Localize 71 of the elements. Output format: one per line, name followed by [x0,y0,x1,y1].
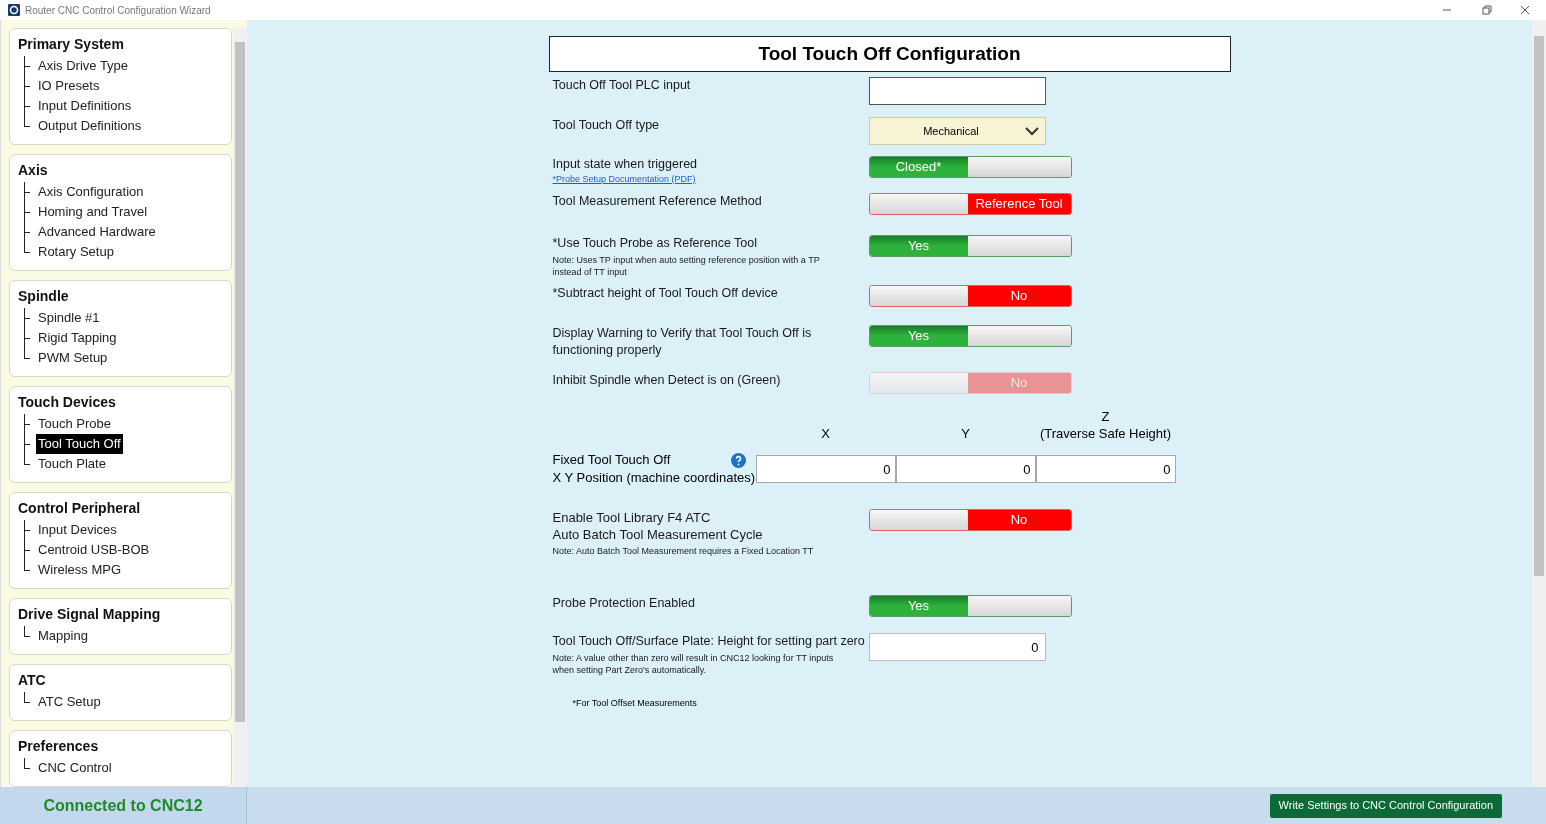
nav-item[interactable]: Axis Configuration [36,182,146,202]
toggle-switch[interactable]: Reference Tool [868,193,1072,215]
plc-input-field[interactable] [868,77,1046,105]
nav-item[interactable]: Input Definitions [36,96,134,116]
nav-group-title: Spindle [18,287,70,306]
nav-item[interactable]: Rigid Tapping [36,328,119,348]
nav-group-title: Drive Signal Mapping [18,605,162,624]
nav-item[interactable]: Input Devices [36,520,119,540]
field-label: Touch Off Tool PLC input [552,77,692,94]
connection-status: Connected to CNC12 [43,795,203,816]
field-label: Fixed Tool Touch Off [552,451,671,469]
field-label: Tool Touch Off type [552,117,661,134]
field-label: Inhibit Spindle when Detect is on (Green) [552,372,782,389]
nav-item[interactable]: Spindle #1 [36,308,102,328]
footnote: *For Tool Offset Measurements [572,697,698,710]
restore-icon[interactable] [1482,5,1492,15]
field-label: Tool Touch Off/Surface Plate: Height for setting part zero [552,633,866,650]
nav-item[interactable]: Output Definitions [36,116,144,136]
field-label: X Y Position (machine coordinates) [552,469,756,487]
nav-item[interactable]: Mapping [36,626,90,646]
nav-item[interactable]: Rotary Setup [36,242,116,262]
nav-group-title: Preferences [18,737,100,756]
nav-item[interactable]: Homing and Travel [36,202,150,222]
field-note: Note: A value other than zero will result in CNC12 looking for TT inputs when setting Part Zero's automatically. [552,652,835,676]
nav-item[interactable]: CNC Control [36,758,114,778]
coordinate-field[interactable]: 0 [895,455,1036,483]
nav-item[interactable]: Axis Drive Type [36,56,131,76]
nav-item[interactable]: Centroid USB-BOB [36,540,152,560]
field-label: *Use Touch Probe as Reference Tool [552,235,759,252]
nav-item[interactable]: Touch Probe [36,414,113,434]
page-title: Tool Touch Off Configuration [548,36,1231,72]
field-note: Note: Auto Batch Tool Measurement requires a Fixed Location TT [552,545,815,557]
window-title: Router CNC Control Configuration Wizard [25,3,211,18]
app-icon [8,4,20,16]
nav-item[interactable]: PWM Setup [36,348,110,368]
nav-item[interactable]: ATC Setup [36,692,103,712]
scrollbar[interactable] [233,28,247,787]
write-settings-button[interactable]: Write Settings to CNC Control Configuration [1269,793,1502,818]
type-dropdown[interactable]: Mechanical [868,117,1046,145]
field-label: *Subtract height of Tool Touch Off device [552,285,779,302]
coordinate-field[interactable]: 0 [1035,455,1176,483]
nav-item[interactable]: Advanced Hardware [36,222,158,242]
axis-label: Y [961,425,970,442]
nav-group-title: Touch Devices [18,393,117,412]
axis-sublabel: (Traverse Safe Height) [1040,425,1171,442]
coordinate-field[interactable]: 0 [755,455,896,483]
field-label: Tool Measurement Reference Method [552,193,763,210]
nav-group-title: ATC [18,671,47,690]
chevron-down-icon [1024,126,1039,136]
nav-group-title: Control Peripheral [18,499,142,518]
field-label: Auto Batch Tool Measurement Cycle [552,526,764,543]
axis-label: Z [1101,408,1110,425]
nav-item[interactable]: Wireless MPG [36,560,124,580]
field-note: Note: Uses TP input when auto setting reference position with a TP instead of TT input [552,254,821,278]
toggle-switch[interactable]: No [868,285,1072,307]
field-label: Display Warning to Verify that Tool Touch Off is functioning properly [552,325,813,359]
axis-label: X [821,425,830,442]
nav-group-title: Primary System [18,35,125,54]
field-label: Input state when triggered [552,156,699,173]
nav-item[interactable]: IO Presets [36,76,102,96]
help-icon[interactable] [730,452,746,468]
height-field[interactable]: 0 [868,633,1046,661]
field-label: Enable Tool Library F4 ATC [552,509,712,526]
toggle-switch[interactable]: No [868,509,1072,531]
nav-group-title: Axis [18,161,49,180]
nav-item[interactable]: Touch Plate [36,454,108,474]
nav-item[interactable]: Tool Touch Off [36,434,123,454]
scrollbar[interactable] [1532,20,1546,787]
field-label: Probe Protection Enabled [552,595,696,612]
close-icon[interactable] [1520,5,1530,15]
documentation-link[interactable]: *Probe Setup Documentation (PDF) [552,173,696,187]
